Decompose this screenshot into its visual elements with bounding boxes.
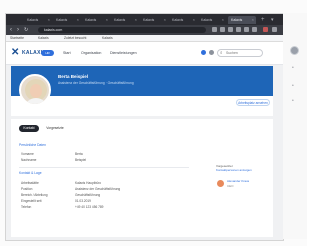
close-icon[interactable]: × [164, 16, 166, 24]
logo-icon: ✕ [11, 47, 20, 58]
browser-tab-label: Kalaxis [56, 18, 68, 22]
field-value: Geschäftsführung [75, 193, 101, 197]
extension-icon[interactable] [244, 27, 249, 32]
browser-tab-label: Kalaxis [85, 18, 97, 22]
field-label: Arbeitsstätte [21, 181, 39, 185]
tab-contact[interactable]: Kontakt [19, 125, 39, 132]
dot-icon[interactable]: • [292, 66, 294, 71]
search-icon: ⌕ [220, 50, 223, 55]
close-icon[interactable]: × [193, 16, 195, 24]
profile-card [11, 96, 273, 116]
close-icon[interactable]: × [48, 16, 50, 24]
manager-name[interactable]: Alexander Kraus [227, 179, 249, 183]
field-value: Beispiel [75, 158, 87, 162]
dot-icon[interactable]: • [292, 84, 294, 89]
manager-role: CEO [227, 184, 234, 188]
section-title: Kontakt & Lage [19, 171, 42, 175]
reload-icon[interactable]: ↻ [24, 26, 28, 34]
browser-tabbar: Kalaxis × Kalaxis × Kalaxis × Kalaxis × Kala… [6, 14, 283, 30]
details-card: Kontakt Vorgesetzte Persönliche Daten Vo… [11, 119, 273, 237]
search-box[interactable]: ⌕ [217, 49, 263, 57]
extension-icon[interactable] [236, 27, 241, 32]
profile-icon[interactable] [263, 27, 268, 32]
browser-tab-label: Kalaxis [143, 18, 155, 22]
forward-icon[interactable]: › [17, 26, 19, 34]
browser-toolbar: ‹ › ↻ kalaxis.com [6, 25, 283, 35]
sidebar-link[interactable]: Kontaktpersonen anzeigen [216, 168, 252, 172]
close-icon[interactable]: × [222, 16, 224, 24]
nav-item-start[interactable]: Start [63, 51, 71, 55]
app-header: ✕ KALAXIS HR Start Organisation Dienstle… [6, 42, 283, 65]
field-label: Eingestellt seit [21, 199, 42, 203]
new-tab-icon[interactable]: + [261, 16, 265, 24]
bookmark-item[interactable]: Zuletzt besucht [64, 35, 86, 41]
workplace-button[interactable]: Arbeitsplatz ansehen [236, 99, 270, 106]
user-avatar-icon[interactable] [290, 46, 299, 55]
dot-icon[interactable]: • [292, 99, 294, 104]
browser-tab-label: Kalaxis [231, 18, 243, 22]
section-title: Persönliche Daten [19, 143, 46, 147]
address-text: kalaxis.com [44, 28, 63, 32]
field-label: Position [21, 187, 33, 191]
search-input[interactable] [226, 50, 260, 56]
field-value: 01.03.2019 [75, 199, 91, 203]
tab-supervisors[interactable]: Vorgesetzte [43, 125, 67, 132]
browser-tab[interactable]: Kalaxis × [198, 16, 226, 24]
field-label: Nachname [21, 158, 37, 162]
field-label: Vorname [21, 152, 34, 156]
bookmarks-bar: Startseite Kalaxis Zuletzt besucht Kalax… [6, 35, 283, 42]
page: ✕ KALAXIS HR Start Organisation Dienstle… [6, 42, 283, 240]
browser-tab-label: Kalaxis [27, 18, 39, 22]
extension-icon[interactable] [212, 27, 217, 32]
extension-icon[interactable] [228, 27, 233, 32]
field-label: Bereich / Abteilung [21, 193, 48, 197]
bookmark-item[interactable]: Kalaxis [38, 35, 49, 41]
address-bar[interactable]: kalaxis.com [38, 27, 206, 33]
browser-tab-label: Kalaxis [114, 18, 126, 22]
manager-avatar [217, 180, 224, 187]
bookmark-item[interactable]: Kalaxis [102, 35, 113, 41]
browser-tab-active[interactable]: Kalaxis × [228, 16, 256, 24]
menu-icon[interactable] [272, 27, 277, 32]
profile-name: Berta Beispiel [58, 74, 89, 79]
field-label: Telefon [21, 205, 32, 209]
back-icon[interactable]: ‹ [10, 26, 12, 34]
profile-role: Assistenz der Geschäftsführung · Geschäf… [58, 81, 134, 85]
browser-tab[interactable]: Kalaxis × [82, 16, 110, 24]
profile-avatar [19, 74, 51, 106]
extension-icon[interactable] [252, 27, 257, 32]
bookmark-item[interactable]: Startseite [10, 35, 24, 41]
browser-tab-label: Kalaxis [201, 18, 213, 22]
field-value: Berta [75, 152, 83, 156]
browser-tab[interactable]: Kalaxis × [140, 16, 168, 24]
notification-icon[interactable] [201, 50, 206, 55]
settings-icon[interactable] [209, 50, 214, 55]
nav-item-services[interactable]: Dienstleistungen [110, 51, 137, 55]
close-icon[interactable]: × [77, 16, 79, 24]
tab-list-icon[interactable]: ▾ [271, 16, 274, 24]
close-icon[interactable]: × [135, 16, 137, 24]
close-icon[interactable]: × [252, 16, 254, 24]
right-rail: • • • [283, 13, 307, 239]
browser-tab[interactable]: Kalaxis × [53, 16, 81, 24]
field-value: Assistenz der Geschäftsführung [75, 187, 121, 191]
browser-tab[interactable]: Kalaxis × [24, 16, 52, 24]
browser-tab[interactable]: Kalaxis × [111, 16, 139, 24]
nav-item-organisation[interactable]: Organisation [81, 51, 101, 55]
divider [19, 167, 189, 168]
close-icon[interactable]: × [106, 16, 108, 24]
extension-icon[interactable] [220, 27, 225, 32]
browser-tab[interactable]: Kalaxis × [169, 16, 197, 24]
field-value: Kalaxis Hauptbüro [75, 181, 102, 185]
logo-badge: HR [41, 50, 54, 56]
browser-window: Kalaxis × Kalaxis × Kalaxis × Kalaxis × Kala… [5, 13, 284, 241]
browser-tab-label: Kalaxis [172, 18, 184, 22]
field-value: +49 40 123 456 789 [75, 205, 104, 209]
